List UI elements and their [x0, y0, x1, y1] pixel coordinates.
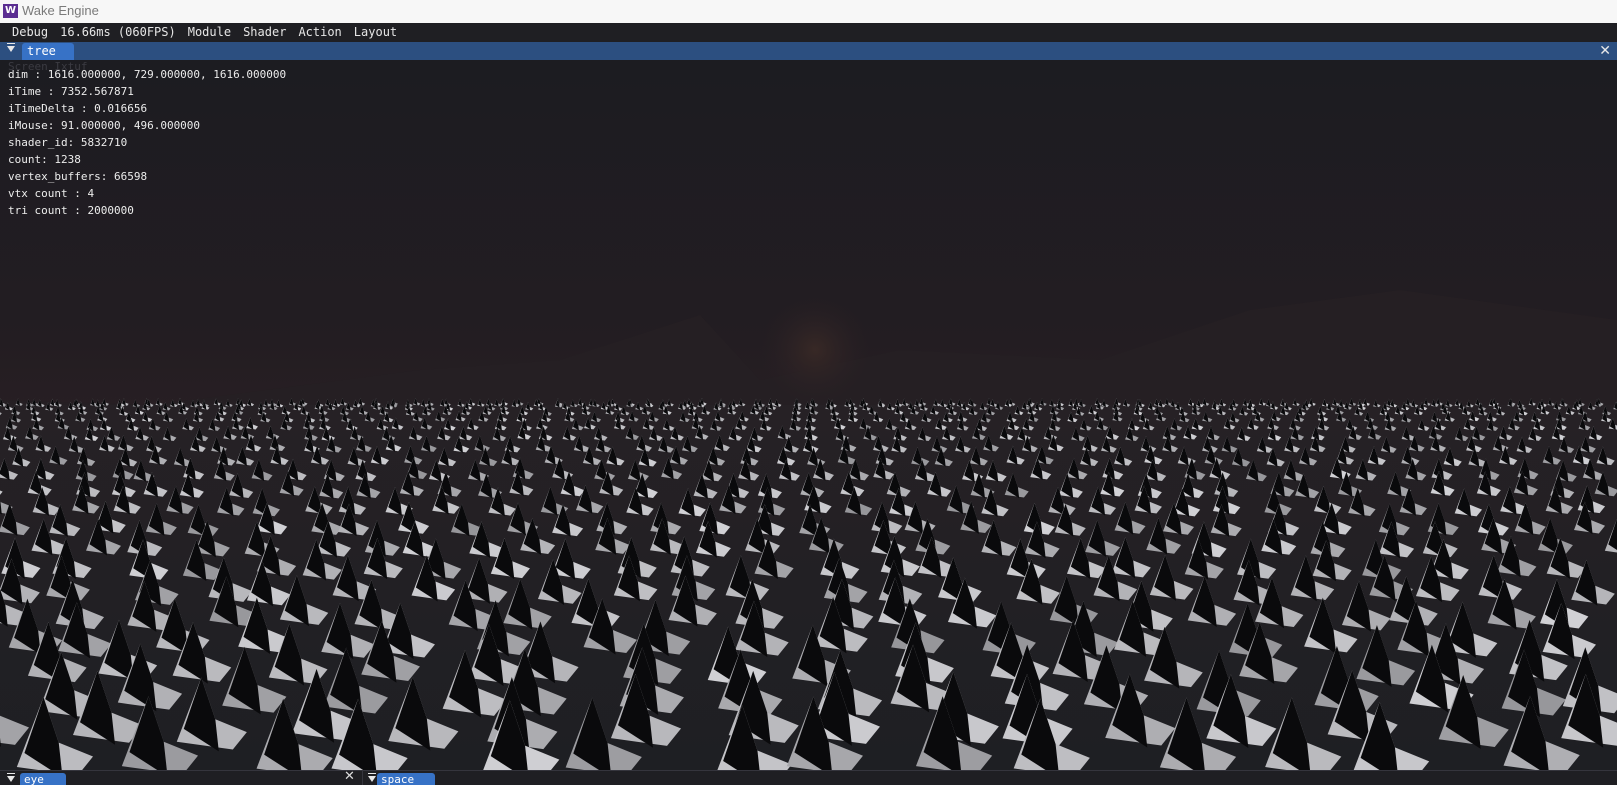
menu-debug[interactable]: Debug: [0, 23, 54, 42]
tab-eye[interactable]: eye: [20, 773, 66, 785]
debug-imouse: iMouse: 91.000000, 496.000000: [8, 119, 201, 132]
bottom-dock: eye ✕ space: [0, 769, 1617, 785]
menu-layout[interactable]: Layout: [348, 23, 403, 42]
tab-menu-icon[interactable]: [368, 773, 376, 782]
debug-dim: dim : 1616.000000, 729.000000, 1616.0000…: [8, 68, 287, 81]
debug-vertex-buffers: vertex_buffers: 66598: [8, 170, 148, 183]
debug-info-panel: dim : 1616.000000, 729.000000, 1616.0000…: [8, 66, 286, 219]
bottom-panel-eye: eye ✕: [0, 769, 360, 785]
tab-tree[interactable]: tree: [22, 43, 74, 60]
debug-tri-count: tri count : 2000000: [8, 204, 134, 217]
window-title-bar: W Wake Engine: [0, 0, 1617, 24]
close-icon[interactable]: ✕: [344, 769, 355, 784]
menu-bar: Debug 16.66ms (060FPS) Module Shader Act…: [0, 23, 1617, 42]
menu-module[interactable]: Module: [182, 23, 237, 42]
debug-shader-id: shader_id: 5832710: [8, 136, 128, 149]
debug-itime: iTime : 7352.567871: [8, 85, 134, 98]
close-icon[interactable]: ✕: [1599, 42, 1611, 60]
frame-time-readout: 16.66ms (060FPS): [60, 25, 176, 39]
tab-menu-icon[interactable]: [7, 773, 15, 782]
sun: [760, 295, 870, 405]
dock-tab-bar: tree ✕: [0, 42, 1617, 60]
menu-shader[interactable]: Shader: [237, 23, 292, 42]
tab-menu-icon[interactable]: [7, 43, 15, 52]
render-viewport[interactable]: Screen Ixtuf dim : 1616.000000, 729.0000…: [0, 60, 1617, 770]
window-title: Wake Engine: [22, 3, 99, 18]
tab-space[interactable]: space: [377, 773, 435, 785]
debug-itimedelta: iTimeDelta : 0.016656: [8, 102, 148, 115]
debug-vtx-count: vtx count : 4: [8, 187, 95, 200]
app-logo-icon: W: [3, 4, 18, 18]
menu-action[interactable]: Action: [292, 23, 347, 42]
bottom-panel-space: space: [362, 771, 1617, 785]
debug-count: count: 1238: [8, 153, 81, 166]
